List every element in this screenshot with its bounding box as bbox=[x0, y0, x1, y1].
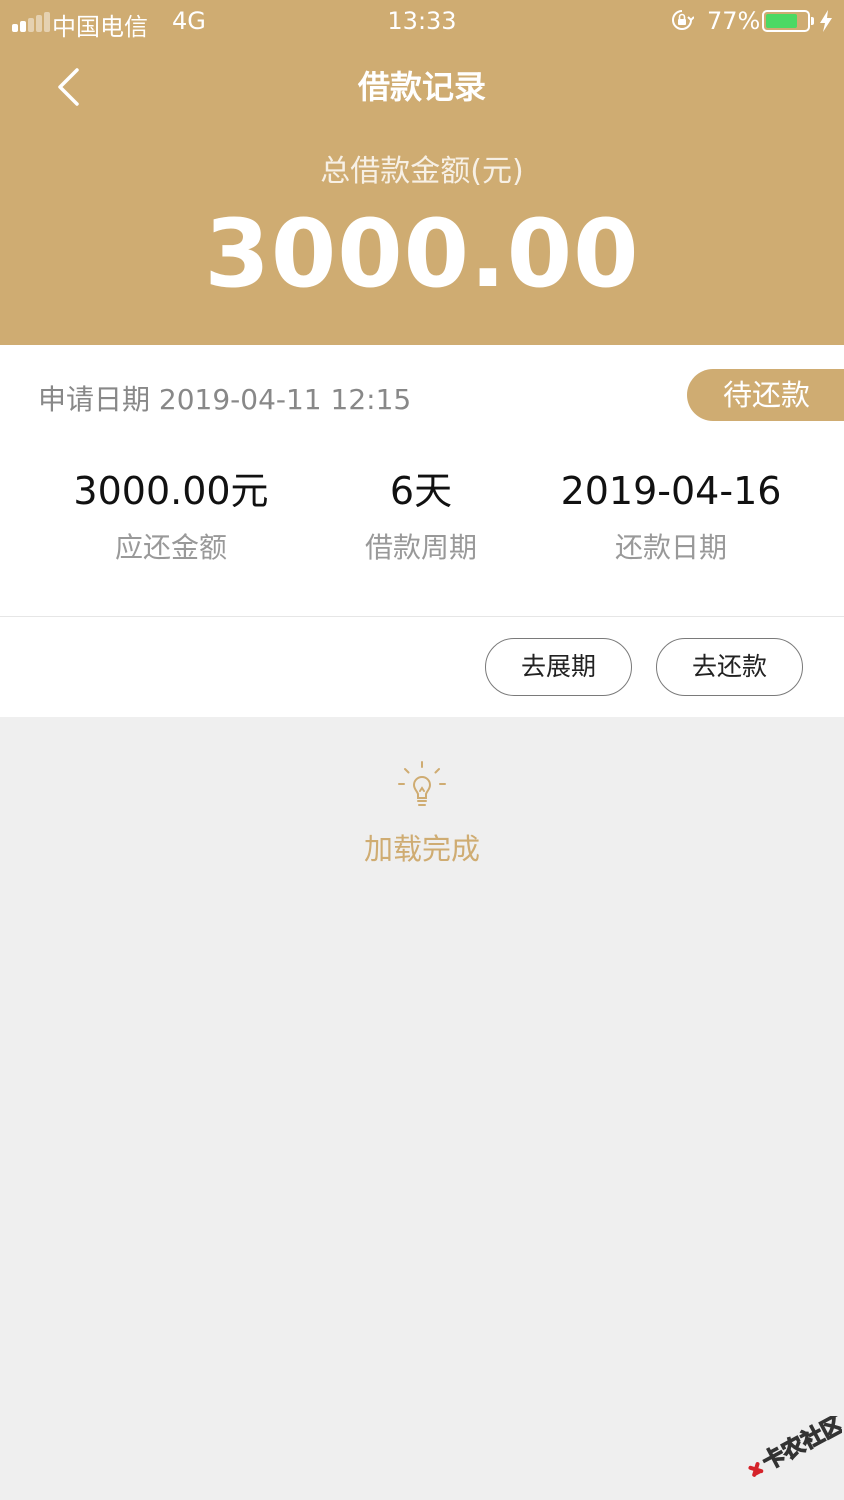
total-amount-label: 总借款金额(元) bbox=[320, 154, 524, 189]
battery-cap bbox=[811, 17, 814, 25]
battery-fill bbox=[766, 14, 797, 28]
page-title: 借款记录 bbox=[357, 68, 486, 106]
extend-button[interactable]: 去展期 bbox=[485, 638, 632, 696]
battery-percent: 77% bbox=[707, 7, 761, 35]
status-bar: 中国电信 4G 13:33 77% bbox=[0, 0, 844, 42]
loaded-status: 加载完成 bbox=[363, 832, 480, 866]
charging-bolt-icon bbox=[820, 10, 832, 32]
repay-button[interactable]: 去还款 bbox=[656, 638, 803, 696]
battery-icon bbox=[762, 10, 810, 32]
lightbulb-icon bbox=[398, 761, 446, 806]
divider bbox=[0, 616, 844, 617]
apply-date: 申请日期 2019-04-11 12:15 bbox=[38, 383, 412, 416]
repay-date-label: 还款日期 bbox=[614, 531, 727, 564]
loan-record-card[interactable]: 申请日期 2019-04-11 12:15 待还款 3000.00元 应还金额 … bbox=[0, 345, 844, 717]
svg-text:卡农社区: 卡农社区 bbox=[758, 1416, 842, 1475]
total-amount-value: 3000.00 bbox=[204, 200, 640, 309]
repay-date-column: 2019-04-16 还款日期 bbox=[521, 469, 821, 565]
rotation-lock-icon bbox=[672, 10, 694, 30]
header: 中国电信 4G 13:33 77% 借款记录 总借款金额(元) 3000.00 bbox=[0, 0, 844, 345]
watermark-logo: 卡农社区 bbox=[748, 1416, 842, 1477]
repay-date-value: 2019-04-16 bbox=[560, 469, 782, 513]
status-badge: 待还款 bbox=[687, 369, 844, 421]
